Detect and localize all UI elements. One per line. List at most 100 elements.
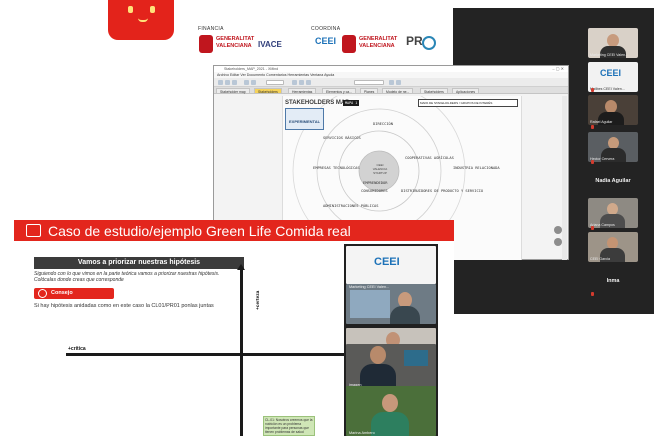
participant-tile[interactable]: Marketing CEEI Valen... [588,28,638,58]
undo-icon[interactable] [244,80,249,85]
mindmap-title: STAKEHOLDERS MAP [285,100,350,106]
ivace-logo: IVACE [258,40,282,49]
generalitat-line1: GENERALITAT [216,36,255,42]
generalitat-logo-2 [342,35,356,53]
participant-name: Mailbes CEEI Valen... [590,87,625,91]
ceei-tile-logo: CEEI [374,256,400,268]
lightbulb-icon [38,289,47,298]
consejo-badge: Consejo [34,288,114,299]
mindmap-node[interactable]: EMPRENDEDOR [363,181,387,185]
mascot-eye [150,6,155,13]
participant-tile[interactable]: Ariana Campos [588,198,638,228]
participant-name: CEEI Garcia [590,257,610,261]
sheet-tab[interactable]: Stakeholders [420,88,448,94]
mindmap-node[interactable]: INDUSTRIA RELACIONADA [453,166,500,170]
participant-tile[interactable]: CEEI Mailbes CEEI Valen... [588,62,638,92]
mindmap-node[interactable]: SERVICIOS BÁSICOS [323,136,361,140]
save-icon[interactable] [232,80,237,85]
ceei-logo: CEEI [315,36,337,46]
menu-items[interactable]: Archivo Editar Ver Documento Comentarios… [217,73,334,77]
sheet-tab-active[interactable]: Stakeholders [254,88,282,94]
redo-icon[interactable] [251,80,256,85]
vertical-axis [240,268,243,436]
participant-name: Marketing CEEI Valen... [590,53,629,57]
generalitat2-line2: VALENCIANA [359,43,395,49]
ceei-tile-logo: CEEI [600,68,622,78]
experimental-badge: EXPERIMENTAL [285,108,325,130]
vertical-scrollbar[interactable] [562,96,567,260]
consejo-label: Consejo [51,290,73,296]
italic-icon[interactable] [396,80,401,85]
participant-name: Marketing CEEI Valen... [349,285,390,289]
screen-background [404,350,428,366]
sheet-tab[interactable]: Herramientas [288,88,317,94]
mindmap-node[interactable]: DISTRIBUIDORES DE PRODUCTO Y SERVICIO [401,189,483,193]
participant-body [360,364,396,388]
book-icon [26,224,41,237]
zoom-out-icon[interactable] [554,238,562,246]
map-label: MAPA 1 [343,100,360,106]
axis-horizontal-label: +crítica [68,346,86,352]
participant-body [390,306,420,324]
video-tile[interactable]: Marketing CEEI Valen... [346,284,436,324]
section-header: Vamos a priorizar nuestras hipótesis [34,257,244,269]
globe-icon [422,36,436,50]
hypothesis-sticky-note[interactable]: CL-01: Nosotros creemos que la nutrición… [263,416,315,436]
topic-icon[interactable] [299,80,304,85]
tip-text: Si hay hipótesis anidadas como en este c… [34,303,214,309]
participant-tile[interactable]: CEEI Garcia [588,232,638,262]
mindmap-node[interactable]: EMPRESAS TECNOLÓGICAS [313,166,360,170]
pm-logo: PR [406,34,423,48]
mindmap-node[interactable]: ADMINISTRACIONES PÚBLICAS [323,204,379,208]
axis-arrow-icon [237,264,245,270]
participant-body [371,412,409,436]
window-controls[interactable]: ‒ ▢ ✕ [552,66,564,71]
toolbar [214,78,568,87]
font-select[interactable] [354,80,384,85]
generalitat-logo [199,35,213,53]
mic-muted-icon [591,160,594,164]
participant-name: Nadia Aguilar [595,178,631,184]
sheet-tab[interactable]: Planes [360,88,379,94]
generalitat-wordmark: GENERALITAT VALENCIANA [216,36,254,50]
axis-vertical-label: +certeza [256,290,261,310]
financia-label: FINANCIA [198,26,224,32]
sheet-tab[interactable]: Aplicaciones [452,88,480,94]
video-tile[interactable]: Marina Ambero [346,386,436,436]
participant-face [382,394,398,412]
open-icon[interactable] [225,80,230,85]
new-icon[interactable] [218,80,223,85]
mindmap-node[interactable]: CONSUMIDORES [361,189,388,193]
bold-icon[interactable] [389,80,394,85]
mindmap-node[interactable]: DIRECCIÓN [373,122,393,126]
participant-name: Rafael Aguilar [590,120,613,124]
generalitat2-line1: GENERALITAT [359,36,398,42]
intro-text: Siguiendo con lo que vimos en la parte t… [34,271,254,283]
mic-muted-icon [591,226,594,230]
zoom-in-icon[interactable] [554,226,562,234]
mascot-logo [108,0,174,40]
generalitat-wordmark-2: GENERALITAT VALENCIANA [359,36,397,50]
participant-tile[interactable]: Nadia Aguilar [588,168,638,194]
participant-tile[interactable]: Rafael Aguilar [588,95,638,125]
experimental-label: EXPERIMENTAL [289,119,321,124]
top-note-text: MAPA DE STAKEHOLDERS / GRUPOS DE INTERÉS [420,101,493,105]
mindmap-node[interactable]: COOPERATIVAS AGRÍCOLAS [405,156,454,160]
insert-icon[interactable] [292,80,297,85]
mic-muted-icon [591,125,594,129]
mic-muted-icon [591,88,594,92]
center-node[interactable]: CEEI VALENCIA STARTUP [370,163,390,175]
intro-line: Colócalas donde creas que corresponde [34,277,124,283]
sponsor-banner: FINANCIA GENERALITAT VALENCIANA IVACE CO… [80,0,470,64]
video-tile[interactable]: CEEI [346,246,436,284]
participant-name: Inma [606,278,620,284]
sheet-tab[interactable]: Elementos y ca... [322,88,357,94]
participant-tile[interactable]: Inma [588,268,638,294]
zoom-select[interactable] [266,80,284,85]
participant-tile[interactable]: Hector Cervera [588,132,638,162]
window-title: Stakeholders_MAP_2021 - XMind [224,67,279,71]
subtopic-icon[interactable] [306,80,311,85]
sheet-tab[interactable]: Modelo de ne... [382,88,414,94]
sheet-tab[interactable]: Stakeholder map [216,88,250,94]
video-tile[interactable]: imagen [346,344,436,388]
